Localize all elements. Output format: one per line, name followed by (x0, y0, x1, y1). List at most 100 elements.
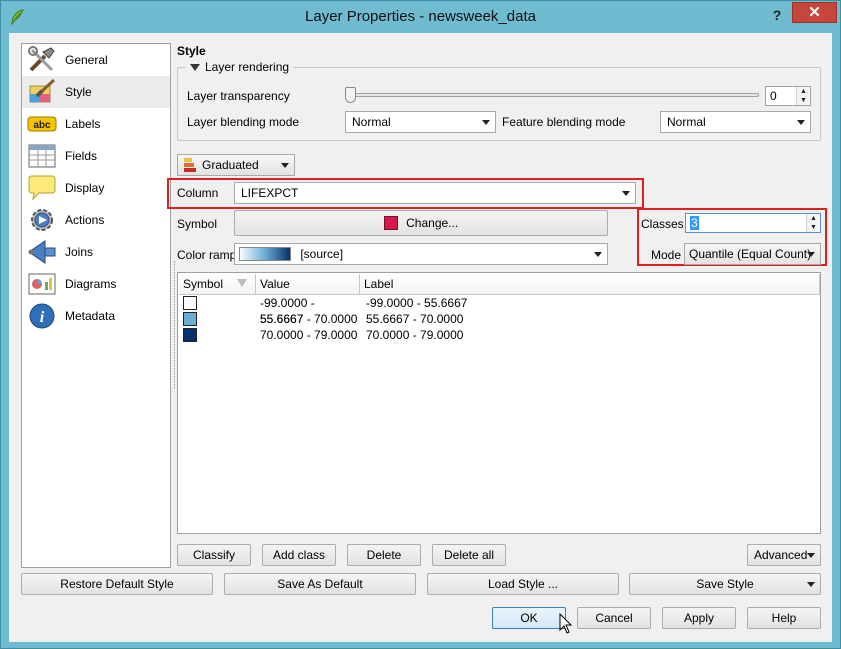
restore-default-style-button[interactable]: Restore Default Style (21, 573, 213, 595)
load-style-button[interactable]: Load Style ... (427, 573, 619, 595)
feature-blending-combo[interactable]: Normal (660, 111, 811, 133)
sidebar-item-labels[interactable]: abc Labels (22, 108, 170, 140)
ok-button[interactable]: OK (492, 607, 566, 629)
sidebar-item-label: Actions (65, 213, 105, 227)
column-combo[interactable]: LIFEXPCT (234, 182, 636, 204)
advanced-label: Advanced (754, 548, 808, 562)
class-label[interactable]: 55.6667 - 70.0000 (361, 311, 463, 327)
join-icon (26, 238, 58, 266)
class-color-swatch[interactable] (183, 296, 197, 310)
save-style-button[interactable]: Save Style (629, 573, 821, 595)
sidebar-item-label: Display (65, 181, 105, 195)
advanced-button[interactable]: Advanced (747, 544, 821, 566)
title-bar[interactable]: Layer Properties - newsweek_data ? ✕ (1, 1, 840, 33)
mode-value: Quantile (Equal Count) (689, 247, 812, 261)
column-header-label[interactable]: Label (360, 274, 820, 295)
column-value: LIFEXPCT (241, 186, 299, 200)
sidebar-item-style[interactable]: Style (22, 76, 170, 108)
graduated-icon (184, 158, 196, 172)
color-ramp-combo[interactable]: [source] (234, 243, 608, 265)
transparency-spinbox[interactable]: 0 ▲ ▼ (765, 86, 811, 106)
sidebar-item-label: Metadata (65, 309, 116, 323)
delete-button[interactable]: Delete (347, 544, 421, 566)
paintbrush-icon (26, 78, 58, 106)
sidebar-item-actions[interactable]: Actions (22, 204, 170, 236)
layer-blending-value: Normal (352, 115, 391, 129)
table-header: Symbol Value Label (179, 274, 820, 295)
info-icon: i (26, 302, 58, 330)
sidebar-item-joins[interactable]: Joins (22, 236, 170, 268)
class-color-swatch[interactable] (183, 328, 197, 342)
mode-combo[interactable]: Quantile (Equal Count) (684, 243, 821, 265)
speech-bubble-icon (26, 174, 58, 202)
classify-button[interactable]: Classify (177, 544, 251, 566)
help-icon[interactable]: ? (767, 5, 787, 25)
change-symbol-label: Change... (406, 216, 459, 230)
class-value[interactable]: 70.0000 - 79.0000 (255, 327, 361, 343)
feature-blending-label: Feature blending mode (502, 115, 626, 129)
add-class-button[interactable]: Add class (262, 544, 336, 566)
dialog-body: General Style abc Labels Fields Display … (9, 33, 832, 642)
classes-table: Symbol Value Label -99.0000 - 55.6667 -9… (177, 272, 821, 534)
mouse-pointer-icon (559, 613, 573, 634)
transparency-slider-handle[interactable] (345, 87, 356, 103)
classes-label: Classes (641, 217, 684, 231)
symbol-color-swatch (383, 215, 398, 230)
gear-play-icon (26, 206, 58, 234)
change-symbol-button[interactable]: Change... (234, 210, 608, 236)
collapse-arrow-icon (190, 63, 200, 71)
column-header-value[interactable]: Value (256, 274, 360, 295)
layer-properties-window: Layer Properties - newsweek_data ? ✕ Gen… (0, 0, 841, 649)
splitter-handle[interactable] (174, 261, 175, 389)
table-row[interactable]: -99.0000 - 55.6667 -99.0000 - 55.6667 (179, 295, 467, 326)
class-value[interactable]: 55.6667 - 70.0000 (255, 311, 361, 327)
class-label[interactable]: 70.0000 - 79.0000 (361, 327, 463, 343)
table-row[interactable]: 70.0000 - 79.0000 70.0000 - 79.0000 (179, 327, 463, 343)
delete-all-button[interactable]: Delete all (432, 544, 506, 566)
save-style-label: Save Style (696, 577, 754, 591)
transparency-slider[interactable] (345, 93, 759, 97)
help-button[interactable]: Help (747, 607, 821, 629)
header-label: Label (364, 277, 394, 291)
layer-rendering-toggle[interactable]: Layer rendering (186, 60, 294, 74)
class-label[interactable]: -99.0000 - 55.6667 (361, 295, 467, 311)
spin-arrows-icon[interactable]: ▲ ▼ (806, 214, 820, 232)
class-color-swatch[interactable] (183, 312, 197, 326)
class-value[interactable]: -99.0000 - 55.6667 (255, 295, 361, 326)
sidebar-item-general[interactable]: General (22, 44, 170, 76)
transparency-label: Layer transparency (187, 89, 290, 103)
spin-arrows-icon[interactable]: ▲ ▼ (796, 87, 810, 105)
save-as-default-button[interactable]: Save As Default (224, 573, 416, 595)
dropdown-arrow-icon (622, 191, 630, 196)
header-label: Symbol (183, 277, 224, 291)
sidebar-item-label: Style (65, 85, 92, 99)
sidebar-item-display[interactable]: Display (22, 172, 170, 204)
column-header-symbol[interactable]: Symbol (179, 274, 256, 295)
classes-spinbox[interactable]: 3 ▲ ▼ (685, 213, 821, 233)
dropdown-arrow-icon (807, 252, 815, 257)
sidebar-item-diagrams[interactable]: Diagrams (22, 268, 170, 300)
renderer-combo[interactable]: Graduated (177, 154, 295, 176)
apply-button[interactable]: Apply (662, 607, 736, 629)
window-title: Layer Properties - newsweek_data (305, 8, 536, 25)
column-label: Column (177, 186, 219, 200)
close-button[interactable]: ✕ (792, 2, 837, 23)
dropdown-arrow-icon (281, 163, 289, 168)
layer-blending-combo[interactable]: Normal (345, 111, 496, 133)
layer-blending-label: Layer blending mode (187, 115, 300, 129)
svg-text:i: i (40, 309, 45, 326)
sidebar-item-fields[interactable]: Fields (22, 140, 170, 172)
table-row[interactable]: 55.6667 - 70.0000 55.6667 - 70.0000 (179, 311, 463, 327)
sidebar: General Style abc Labels Fields Display … (21, 43, 171, 568)
dropdown-arrow-icon (482, 120, 490, 125)
dropdown-arrow-icon (807, 553, 815, 558)
renderer-value: Graduated (202, 158, 259, 172)
dropdown-arrow-icon (807, 582, 815, 587)
sidebar-item-metadata[interactable]: i Metadata (22, 300, 170, 332)
sidebar-item-label: Labels (65, 117, 101, 131)
symbol-label: Symbol (177, 217, 218, 231)
diagram-icon (26, 270, 58, 298)
svg-text:abc: abc (33, 120, 51, 131)
cancel-button[interactable]: Cancel (577, 607, 651, 629)
tools-icon (26, 46, 58, 74)
